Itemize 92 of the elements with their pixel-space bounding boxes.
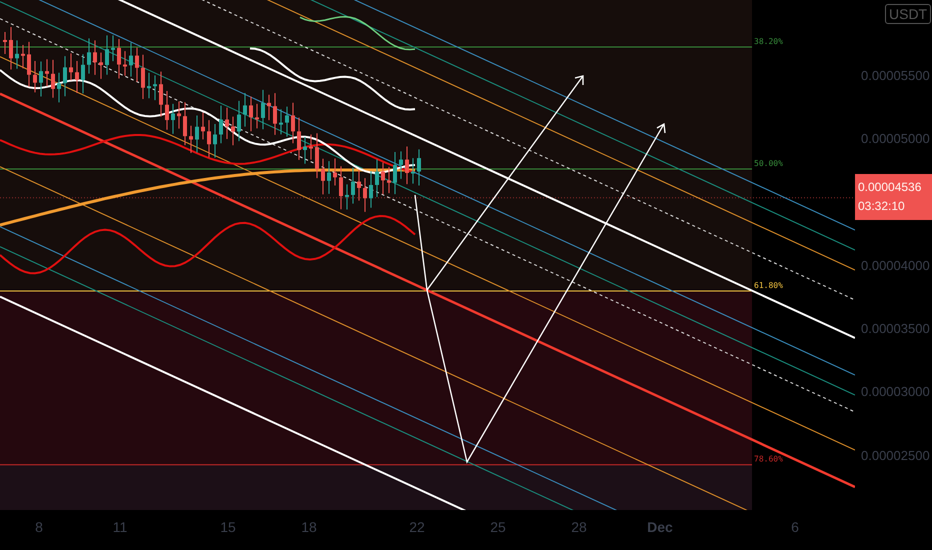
candlestick bbox=[135, 47, 139, 82]
candlestick bbox=[123, 50, 127, 76]
candlestick bbox=[345, 184, 349, 210]
candlestick bbox=[249, 96, 253, 132]
candlestick bbox=[27, 41, 31, 88]
candlestick bbox=[315, 132, 319, 179]
price-axis-label: 0.00003500 bbox=[861, 320, 930, 337]
candlestick bbox=[201, 112, 205, 140]
candlestick bbox=[399, 150, 403, 180]
candlestick bbox=[411, 158, 415, 184]
fib-level-label: 61.80% bbox=[754, 281, 783, 290]
candlestick bbox=[339, 166, 343, 210]
candlestick bbox=[327, 160, 331, 194]
candlestick bbox=[291, 102, 295, 144]
candlestick bbox=[309, 134, 313, 160]
candlestick bbox=[405, 146, 409, 185]
candlestick bbox=[153, 74, 157, 101]
candlestick bbox=[261, 89, 265, 130]
candlestick bbox=[303, 136, 307, 164]
time-axis-label: Dec bbox=[647, 518, 673, 536]
candlestick bbox=[375, 158, 379, 198]
candlestick bbox=[171, 103, 175, 134]
time-axis-label: 8 bbox=[35, 518, 43, 536]
candlestick bbox=[369, 170, 373, 208]
fib-level-label: 50.00% bbox=[754, 159, 783, 168]
candlestick bbox=[189, 125, 193, 154]
candlestick bbox=[231, 116, 235, 146]
price-axis-label: 0.00004000 bbox=[861, 258, 930, 274]
candlestick bbox=[165, 90, 169, 130]
candlestick bbox=[297, 117, 301, 160]
time-axis-label: 18 bbox=[301, 518, 317, 536]
candlestick bbox=[225, 107, 229, 140]
candlestick bbox=[111, 34, 115, 62]
price-axis-label: 0.00002500 bbox=[861, 448, 930, 464]
candlestick bbox=[219, 105, 223, 144]
price-axis-label: 0.00005500 bbox=[861, 68, 930, 84]
bar-countdown: 03:32:10 bbox=[858, 198, 905, 215]
candlestick bbox=[21, 44, 25, 69]
candlestick bbox=[15, 40, 19, 70]
candlestick bbox=[33, 60, 37, 93]
candlestick bbox=[87, 38, 91, 74]
candlestick bbox=[147, 72, 151, 99]
candlestick bbox=[273, 92, 277, 136]
candlestick bbox=[39, 60, 43, 97]
candlestick bbox=[393, 151, 397, 195]
price-axis-label: 0.00005000 bbox=[861, 131, 930, 147]
candlestick bbox=[417, 148, 421, 186]
candlestick bbox=[363, 178, 367, 212]
candlestick bbox=[357, 169, 361, 202]
candlestick bbox=[129, 42, 133, 78]
candlestick bbox=[105, 34, 109, 76]
time-axis-label: 6 bbox=[791, 518, 799, 536]
candlestick bbox=[159, 71, 163, 118]
candlestick bbox=[75, 60, 79, 94]
candlestick bbox=[63, 56, 67, 97]
candlestick bbox=[237, 100, 241, 142]
candlestick bbox=[351, 167, 355, 204]
candlestick bbox=[321, 158, 325, 195]
fib-level-label: 78.60% bbox=[754, 454, 783, 464]
candlestick bbox=[243, 92, 247, 128]
candlestick bbox=[99, 52, 103, 80]
fib-level-label: 38.20% bbox=[754, 37, 783, 46]
candlestick bbox=[285, 106, 289, 138]
time-axis-label: 28 bbox=[571, 518, 587, 536]
candlestick bbox=[9, 26, 13, 70]
candlestick bbox=[45, 58, 49, 87]
candlestick bbox=[57, 72, 61, 103]
time-axis-label: 15 bbox=[220, 518, 236, 536]
time-axis-label: 25 bbox=[490, 518, 506, 536]
candlestick bbox=[267, 94, 271, 121]
candlestick bbox=[141, 54, 145, 100]
price-axis-label: 0.00003000 bbox=[861, 384, 930, 400]
candlestick bbox=[3, 32, 7, 54]
last-price-value: 0.00004536 bbox=[858, 178, 922, 196]
candlestick bbox=[387, 166, 391, 194]
candlestick bbox=[117, 38, 121, 79]
candlestick bbox=[195, 114, 199, 154]
candlestick bbox=[69, 52, 73, 81]
candlestick bbox=[183, 102, 187, 146]
time-axis-label: 22 bbox=[409, 518, 425, 536]
candlestick bbox=[381, 162, 385, 195]
candlestick bbox=[93, 40, 97, 76]
time-axis-label: 11 bbox=[112, 518, 128, 536]
candlestick bbox=[81, 54, 85, 94]
candlestick bbox=[333, 158, 337, 186]
candlestick bbox=[213, 123, 217, 158]
currency-button[interactable]: USDT bbox=[885, 4, 932, 24]
candlestick bbox=[51, 59, 55, 98]
candlestick bbox=[279, 108, 283, 135]
candlestick bbox=[207, 120, 211, 158]
candlestick bbox=[255, 103, 259, 129]
candlestick bbox=[177, 100, 181, 130]
